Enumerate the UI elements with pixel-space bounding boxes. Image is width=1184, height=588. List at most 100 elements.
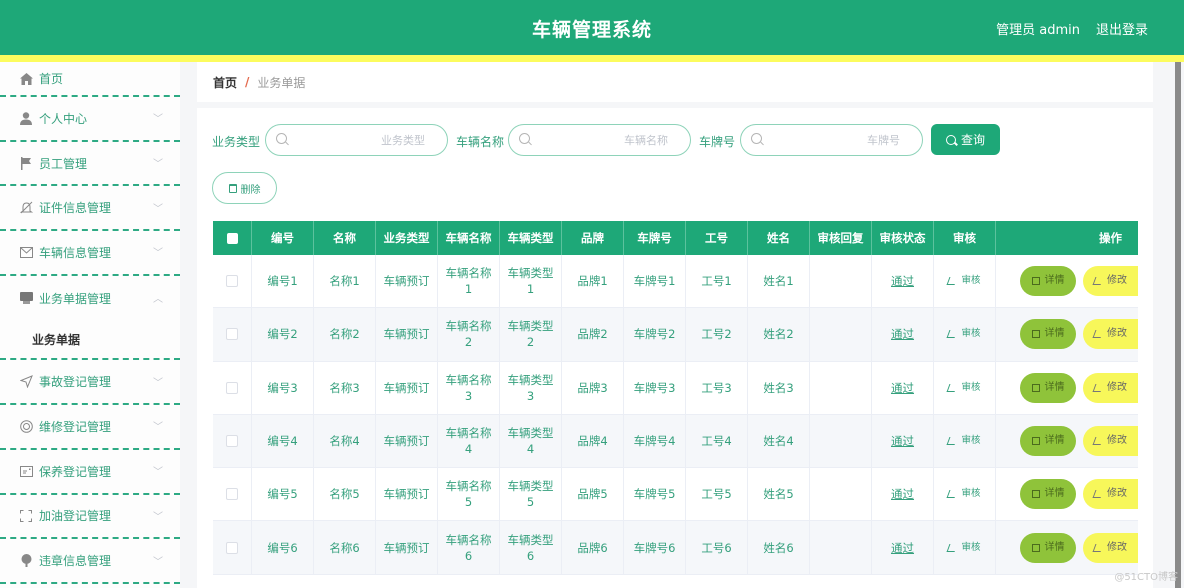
search-car-name-input[interactable] <box>558 131 668 149</box>
detail-button[interactable]: 详情 <box>1020 372 1076 403</box>
audit-button[interactable]: 审核 <box>947 326 981 342</box>
sidebar-item-label: 证件信息管理 <box>39 201 112 216</box>
delete-button[interactable]: 删除 <box>212 172 277 204</box>
status-link[interactable]: 通过 <box>891 486 914 502</box>
edit-pen-icon <box>1092 543 1104 552</box>
sidebar-item-staff[interactable]: 员工管理 ﹀ <box>0 142 180 187</box>
edit-button[interactable]: 修改 <box>1083 319 1138 350</box>
document-icon <box>1031 330 1040 339</box>
status-link[interactable]: 通过 <box>891 326 914 342</box>
query-button[interactable]: 查询 <box>931 124 1000 155</box>
edit-button[interactable]: 修改 <box>1083 372 1138 403</box>
search-biz-type-input[interactable] <box>315 131 425 149</box>
column-header[interactable]: 姓名 <box>748 221 810 255</box>
cell-car-name: 车辆名称 4 <box>438 414 500 468</box>
column-header[interactable]: 业务类型 <box>376 221 438 255</box>
column-header[interactable]: 车牌号 <box>624 221 686 255</box>
sidebar-item-vehicles[interactable]: 车辆信息管理 ﹀ <box>0 231 180 276</box>
top-header: 车辆管理系统 管理员 admin 退出登录 <box>0 0 1184 55</box>
search-car-name[interactable] <box>508 124 691 156</box>
sidebar-item-business-docs[interactable]: 业务单据管理 ︿ <box>0 276 180 321</box>
audit-button[interactable]: 审核 <box>947 486 981 502</box>
row-checkbox[interactable] <box>226 328 238 341</box>
sidebar-item-label: 员工管理 <box>39 156 88 171</box>
audit-button[interactable]: 审核 <box>947 380 981 396</box>
edit-button-label: 修改 <box>1107 435 1127 447</box>
column-header[interactable]: 工号 <box>686 221 748 255</box>
sidebar-item-personal-center[interactable]: 个人中心 ﹀ <box>0 97 180 142</box>
edit-button[interactable]: 修改 <box>1083 426 1138 457</box>
sidebar-subitem-business-doc[interactable]: 业务单据 <box>0 320 180 361</box>
card-icon <box>19 464 33 478</box>
cell-status: 通过 <box>872 521 934 574</box>
sidebar-item-label: 维修登记管理 <box>39 419 112 434</box>
chevron-down-icon: ﹀ <box>153 511 163 523</box>
navigation-icon <box>19 375 33 389</box>
logout-link[interactable]: 退出登录 <box>1096 19 1148 38</box>
detail-button[interactable]: 详情 <box>1020 266 1076 297</box>
cell-status: 通过 <box>872 308 934 361</box>
cell-car-name: 车辆名称 3 <box>438 361 500 414</box>
audit-button-label: 审核 <box>961 275 981 287</box>
column-header[interactable]: 车辆名称 <box>438 221 500 255</box>
edit-pen-icon <box>947 383 958 392</box>
edit-button[interactable]: 修改 <box>1083 266 1138 297</box>
sidebar-item-accidents[interactable]: 事故登记管理 ﹀ <box>0 360 180 406</box>
cell-audit: 审核 <box>934 468 996 521</box>
sidebar-item-maintenance[interactable]: 保养登记管理 ﹀ <box>0 450 180 495</box>
search-icon <box>945 134 956 145</box>
row-select-cell <box>213 521 252 574</box>
row-checkbox[interactable] <box>226 275 238 288</box>
row-checkbox[interactable] <box>226 488 238 501</box>
cell-reply <box>810 255 872 308</box>
row-checkbox[interactable] <box>226 435 238 448</box>
edit-button[interactable]: 修改 <box>1083 532 1138 563</box>
edit-pen-icon <box>1092 437 1104 446</box>
detail-button[interactable]: 详情 <box>1020 532 1076 563</box>
cell-reply <box>810 361 872 414</box>
document-icon <box>1031 437 1040 446</box>
breadcrumb-separator: / <box>245 75 250 89</box>
column-header[interactable]: 审核状态 <box>872 221 934 255</box>
sidebar-item-repairs[interactable]: 维修登记管理 ﹀ <box>0 405 180 450</box>
search-biz-type[interactable] <box>265 124 448 156</box>
sidebar-item-violations[interactable]: 违章信息管理 ﹀ <box>0 539 180 584</box>
sidebar-item-refueling[interactable]: 加油登记管理 ﹀ <box>0 495 180 540</box>
status-link[interactable]: 通过 <box>891 433 914 449</box>
cell-operations: 详情 修改 <box>996 521 1138 573</box>
audit-button[interactable]: 审核 <box>947 433 981 449</box>
detail-button[interactable]: 详情 <box>1020 426 1076 457</box>
detail-button[interactable]: 详情 <box>1020 319 1076 350</box>
sidebar-item-home[interactable]: 首页 <box>0 62 180 97</box>
cell-biz-type: 车辆预订 <box>376 468 438 521</box>
column-header[interactable]: 名称 <box>314 221 376 255</box>
breadcrumb-home[interactable]: 首页 <box>213 74 237 91</box>
status-link[interactable]: 通过 <box>891 273 914 289</box>
edit-button[interactable]: 修改 <box>1083 479 1138 510</box>
cell-person: 姓名5 <box>748 468 810 521</box>
table-header: 编号 名称 业务类型 车辆名称 车辆类型 品牌 车牌号 工号 姓名 审核回复 审… <box>213 221 1138 255</box>
select-all-checkbox[interactable] <box>226 232 238 244</box>
column-header[interactable]: 品牌 <box>562 221 624 255</box>
audit-button[interactable]: 审核 <box>947 273 981 289</box>
cell-plate: 车牌号2 <box>624 308 686 361</box>
column-header[interactable]: 编号 <box>252 221 314 255</box>
sidebar-item-certificates[interactable]: 证件信息管理 ﹀ <box>0 186 180 232</box>
cell-reply <box>810 521 872 574</box>
status-link[interactable]: 通过 <box>891 540 914 556</box>
cell-operations: 详情 修改 <box>996 255 1138 307</box>
row-checkbox[interactable] <box>226 381 238 394</box>
detail-button[interactable]: 详情 <box>1020 479 1076 510</box>
select-all-cell <box>213 221 252 255</box>
column-header[interactable]: 车辆类型 <box>500 221 562 255</box>
search-plate-input[interactable] <box>790 131 900 149</box>
sidebar-item-label: 个人中心 <box>39 111 88 126</box>
column-header[interactable]: 审核回复 <box>810 221 872 255</box>
cell-plate: 车牌号5 <box>624 468 686 521</box>
audit-button[interactable]: 审核 <box>947 540 981 556</box>
row-checkbox[interactable] <box>226 541 238 554</box>
status-link[interactable]: 通过 <box>891 380 914 396</box>
column-header[interactable]: 审核 <box>934 221 996 255</box>
search-plate[interactable] <box>740 124 923 156</box>
scrollbar[interactable] <box>1175 62 1181 588</box>
